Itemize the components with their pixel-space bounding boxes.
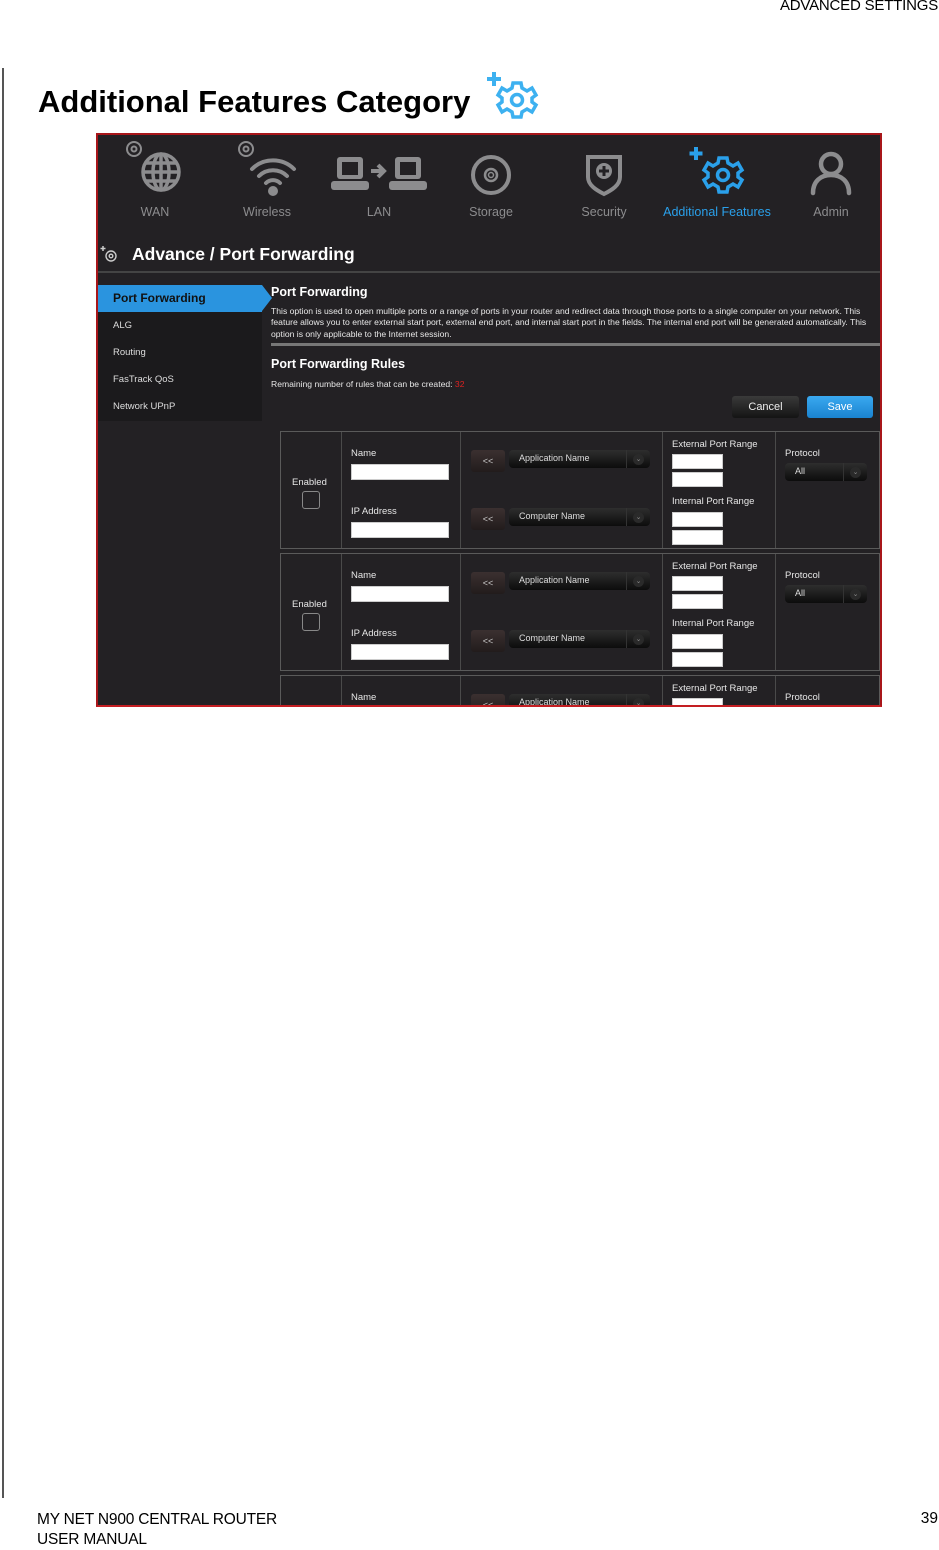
section-header: ADVANCED SETTINGS (779, 0, 938, 14)
sidebar-item-fastrack-qos[interactable]: FasTrack QoS (98, 366, 262, 393)
sidebar: Port Forwarding ALG Routing FasTrack QoS… (98, 285, 272, 421)
external-port-range-label: External Port Range (672, 683, 758, 694)
cancel-button[interactable]: Cancel (732, 396, 799, 418)
name-label: Name (351, 692, 377, 703)
enabled-label: Enabled (292, 477, 327, 488)
ip-address-input[interactable] (351, 644, 449, 660)
name-input[interactable] (351, 586, 449, 602)
protocol-label: Protocol (785, 570, 820, 581)
ip-address-input[interactable] (351, 522, 449, 538)
copy-app-name-button[interactable]: << (471, 694, 505, 705)
content-panel: Port Forwarding This option is used to o… (271, 285, 880, 418)
sidebar-item-port-forwarding[interactable]: Port Forwarding (98, 285, 272, 312)
gear-plus-icon (689, 147, 745, 194)
nav-wan[interactable]: WAN (99, 135, 211, 219)
nav-wireless[interactable]: Wireless (211, 135, 323, 219)
router-ui-screenshot: WAN Wireless LAN Storage Security Additi… (96, 133, 882, 707)
globe-icon (126, 141, 181, 192)
sidebar-item-alg[interactable]: ALG (98, 312, 262, 339)
page-title: Additional Features Category (38, 72, 540, 130)
divider (98, 271, 880, 273)
name-label: Name (351, 570, 377, 581)
rule-row: Enabled Name IP Address << Application N… (280, 675, 880, 705)
computer-name-select[interactable]: Computer Name ⌄ (509, 630, 650, 648)
footer-product: MY NET N900 CENTRAL ROUTER USER MANUAL (37, 1511, 277, 1548)
external-start-port-input[interactable] (672, 698, 723, 705)
sidebar-item-network-upnp[interactable]: Network UPnP (98, 393, 262, 420)
application-name-select[interactable]: Application Name ⌄ (509, 694, 650, 705)
page-number: 39 (920, 1510, 938, 1527)
lan-icon (331, 157, 427, 190)
chevron-down-icon: ⌄ (843, 463, 867, 481)
copy-computer-name-button[interactable]: << (471, 508, 505, 530)
section-title: Port Forwarding (271, 285, 368, 299)
shield-icon (586, 155, 622, 197)
protocol-label: Protocol (785, 692, 820, 703)
page-title-text: Additional Features Category (38, 84, 471, 119)
copy-computer-name-button[interactable]: << (471, 630, 505, 652)
external-port-range-label: External Port Range (672, 561, 758, 572)
external-start-port-input[interactable] (672, 454, 723, 469)
enabled-checkbox[interactable] (302, 491, 320, 509)
chevron-down-icon: ⌄ (626, 508, 650, 526)
enabled-label: Enabled (292, 599, 327, 610)
internal-port-range-label: Internal Port Range (672, 496, 755, 507)
nav-storage[interactable]: Storage (435, 135, 547, 219)
chevron-down-icon: ⌄ (626, 450, 650, 468)
section-description: This option is used to open multiple por… (271, 306, 867, 339)
breadcrumb-text: Advance / Port Forwarding (132, 243, 355, 264)
internal-start-port-input[interactable] (672, 634, 723, 649)
internal-end-port-input[interactable] (672, 530, 723, 545)
breadcrumb: Advance / Port Forwarding (98, 238, 880, 270)
rule-row: Enabled Name IP Address << Application N… (280, 553, 880, 671)
internal-port-range-label: Internal Port Range (672, 618, 755, 629)
gear-plus-icon (484, 70, 540, 130)
save-button[interactable]: Save (807, 396, 873, 418)
name-label: Name (351, 448, 377, 459)
nav-security[interactable]: Security (548, 135, 660, 219)
application-name-select[interactable]: Application Name ⌄ (509, 572, 650, 590)
chevron-down-icon: ⌄ (626, 630, 650, 648)
ip-address-label: IP Address (351, 506, 397, 517)
application-name-select[interactable]: Application Name ⌄ (509, 450, 650, 468)
nav-lan[interactable]: LAN (323, 135, 435, 219)
gear-plus-icon (100, 246, 117, 262)
external-end-port-input[interactable] (672, 594, 723, 609)
disc-icon (471, 155, 511, 195)
chevron-down-icon: ⌄ (626, 694, 650, 705)
protocol-select[interactable]: All ⌄ (785, 463, 867, 481)
chevron-down-icon: ⌄ (843, 585, 867, 603)
copy-app-name-button[interactable]: << (471, 450, 505, 472)
internal-start-port-input[interactable] (672, 512, 723, 527)
remaining-rules: Remaining number of rules that can be cr… (271, 378, 465, 389)
external-start-port-input[interactable] (672, 576, 723, 591)
wifi-icon (238, 141, 296, 196)
enabled-checkbox[interactable] (302, 613, 320, 631)
divider (271, 342, 880, 346)
protocol-label: Protocol (785, 448, 820, 459)
remaining-count: 32 (454, 378, 465, 389)
nav-additional-features[interactable]: Additional Features (661, 135, 773, 219)
rule-row: Enabled Name IP Address << Application N… (280, 431, 880, 549)
margin-rule (2, 68, 4, 1498)
chevron-down-icon: ⌄ (626, 572, 650, 590)
internal-end-port-input[interactable] (672, 652, 723, 667)
name-input[interactable] (351, 464, 449, 480)
sidebar-item-routing[interactable]: Routing (98, 339, 262, 366)
top-nav: WAN Wireless LAN Storage Security Additi… (98, 135, 880, 227)
computer-name-select[interactable]: Computer Name ⌄ (509, 508, 650, 526)
external-port-range-label: External Port Range (672, 439, 758, 450)
rules-title: Port Forwarding Rules (271, 356, 406, 371)
external-end-port-input[interactable] (672, 472, 723, 487)
ip-address-label: IP Address (351, 628, 397, 639)
copy-app-name-button[interactable]: << (471, 572, 505, 594)
protocol-select[interactable]: All ⌄ (785, 585, 867, 603)
user-icon (810, 151, 852, 196)
nav-admin[interactable]: Admin (775, 135, 880, 219)
